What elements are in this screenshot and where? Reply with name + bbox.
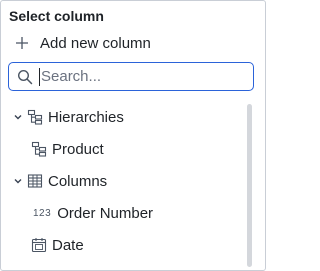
hierarchy-icon: [31, 141, 47, 157]
tree-group-columns[interactable]: Columns: [13, 169, 107, 193]
select-column-panel: Select column Add new column Hierarchies: [0, 0, 266, 271]
number-type-icon: 123: [33, 207, 52, 219]
tree-item-product[interactable]: Product: [31, 137, 104, 161]
tree-group-label: Columns: [48, 172, 108, 190]
calendar-icon: [31, 238, 47, 253]
chevron-down-icon: [14, 179, 22, 184]
tree-item-label: Product: [52, 140, 104, 158]
text-caret: [39, 67, 40, 86]
search-icon: [17, 69, 33, 84]
tree-item-date[interactable]: Date: [31, 233, 84, 257]
add-new-column-button[interactable]: Add new column: [15, 32, 151, 54]
plus-icon: [16, 37, 28, 49]
scrollbar[interactable]: [247, 104, 252, 267]
tree-group-label: Hierarchies: [48, 108, 124, 126]
search-box[interactable]: [8, 62, 254, 91]
add-new-column-label: Add new column: [40, 34, 151, 52]
tree-item-label: Date: [52, 236, 84, 254]
hierarchy-icon: [27, 109, 43, 125]
tree-group-hierarchies[interactable]: Hierarchies: [13, 105, 124, 129]
search-input[interactable]: [41, 68, 237, 85]
tree-item-label: Order Number: [57, 204, 154, 222]
panel-title: Select column: [9, 8, 104, 24]
table-icon: [27, 174, 43, 188]
chevron-down-icon: [14, 115, 22, 120]
tree-item-order-number[interactable]: 123 Order Number: [33, 201, 153, 225]
